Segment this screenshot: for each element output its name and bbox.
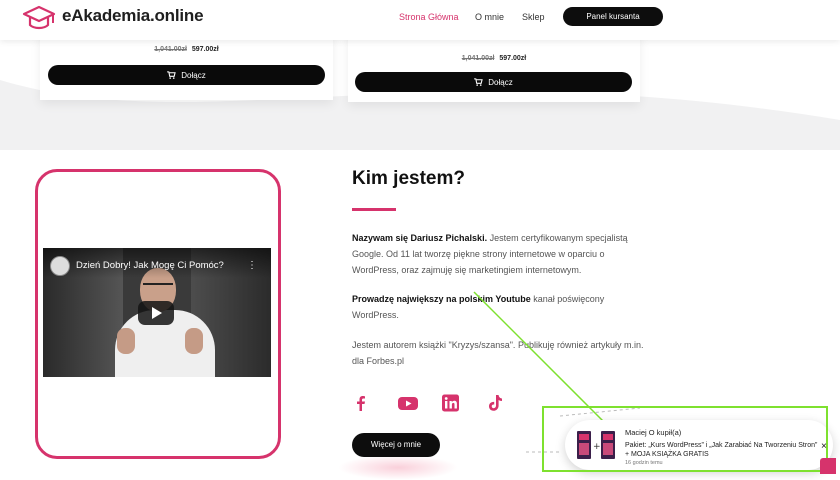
linkedin-icon[interactable] (441, 394, 461, 412)
close-icon[interactable]: × (821, 441, 827, 452)
about-paragraph-bold: Prowadzę największy na polskim Youtube (352, 294, 531, 304)
product-bundle-thumbnail: + (577, 431, 615, 459)
product-card: 1,041.00zł 597.00zł Dołącz (40, 30, 333, 100)
youtube-video-player[interactable]: Dzień Dobry! Jak Mogę Ci Pomóc? ⋮ (43, 248, 271, 377)
tiktok-icon[interactable] (486, 394, 506, 412)
button-glow (338, 455, 458, 480)
presenter-hand (117, 328, 135, 354)
student-panel-button[interactable]: Panel kursanta (563, 7, 663, 26)
current-price: 597.00zł (191, 46, 219, 53)
price-line: 1,041.00zł 597.00zł (348, 55, 640, 62)
about-paragraph: Jestem autorem książki "Kryzys/szansa". … (352, 337, 652, 369)
nav-home[interactable]: Strona Główna (399, 12, 459, 22)
nav-about[interactable]: O mnie (475, 12, 504, 22)
more-about-me-button[interactable]: Więcej o mnie (352, 433, 440, 457)
video-title[interactable]: Dzień Dobry! Jak Mogę Ci Pomóc? (76, 260, 224, 271)
cart-icon (474, 78, 484, 86)
more-vert-icon[interactable]: ⋮ (247, 260, 257, 271)
join-button[interactable]: Dołącz (355, 72, 632, 92)
presenter-hand (185, 328, 203, 354)
site-logo-text[interactable]: eAkademia.online (62, 6, 204, 26)
cart-icon (167, 71, 177, 79)
youtube-icon[interactable] (397, 394, 419, 412)
svg-text:+: + (593, 442, 601, 452)
graduation-cap-icon[interactable] (22, 4, 56, 32)
old-price: 1,041.00zł (461, 55, 495, 62)
product-card: · 1,041.00zł 597.00zł Dołącz (348, 30, 640, 102)
play-button[interactable] (138, 301, 174, 325)
join-button-label: Dołącz (181, 70, 206, 80)
presenter-glasses (143, 283, 173, 291)
about-title: Kim jestem? (352, 168, 465, 189)
title-underline (352, 208, 396, 211)
facebook-icon[interactable] (351, 394, 371, 412)
about-paragraph-text: Jestem autorem książki "Kryzys/szansa". … (352, 340, 644, 366)
nav-shop[interactable]: Sklep (522, 12, 545, 22)
about-paragraph: Prowadzę największy na polskim Youtube k… (352, 291, 652, 323)
play-icon (152, 307, 162, 319)
about-paragraph-bold: Nazywam się Dariusz Pichalski. (352, 233, 488, 243)
current-price: 597.00zł (499, 55, 527, 62)
notification-time: 16 godzin temu (625, 460, 663, 466)
price-line: 1,041.00zł 597.00zł (40, 46, 333, 53)
about-paragraph: Nazywam się Dariusz Pichalski. Jestem ce… (352, 230, 652, 278)
site-header: eAkademia.online Strona Główna O mnie Sk… (0, 0, 840, 40)
corner-widget[interactable] (820, 458, 836, 474)
notification-product: Pakiet: „Kurs WordPress” i „Jak Zarabiać… (625, 442, 818, 458)
channel-avatar[interactable] (50, 256, 70, 276)
old-price: 1,041.00zł (154, 46, 187, 53)
join-button-label: Dołącz (488, 77, 513, 87)
purchase-notification[interactable]: + Maciej O kupił(a) Pakiet: „Kurs WordPr… (565, 420, 833, 470)
join-button[interactable]: Dołącz (48, 65, 325, 85)
notification-buyer: Maciej O kupił(a) (625, 428, 682, 437)
